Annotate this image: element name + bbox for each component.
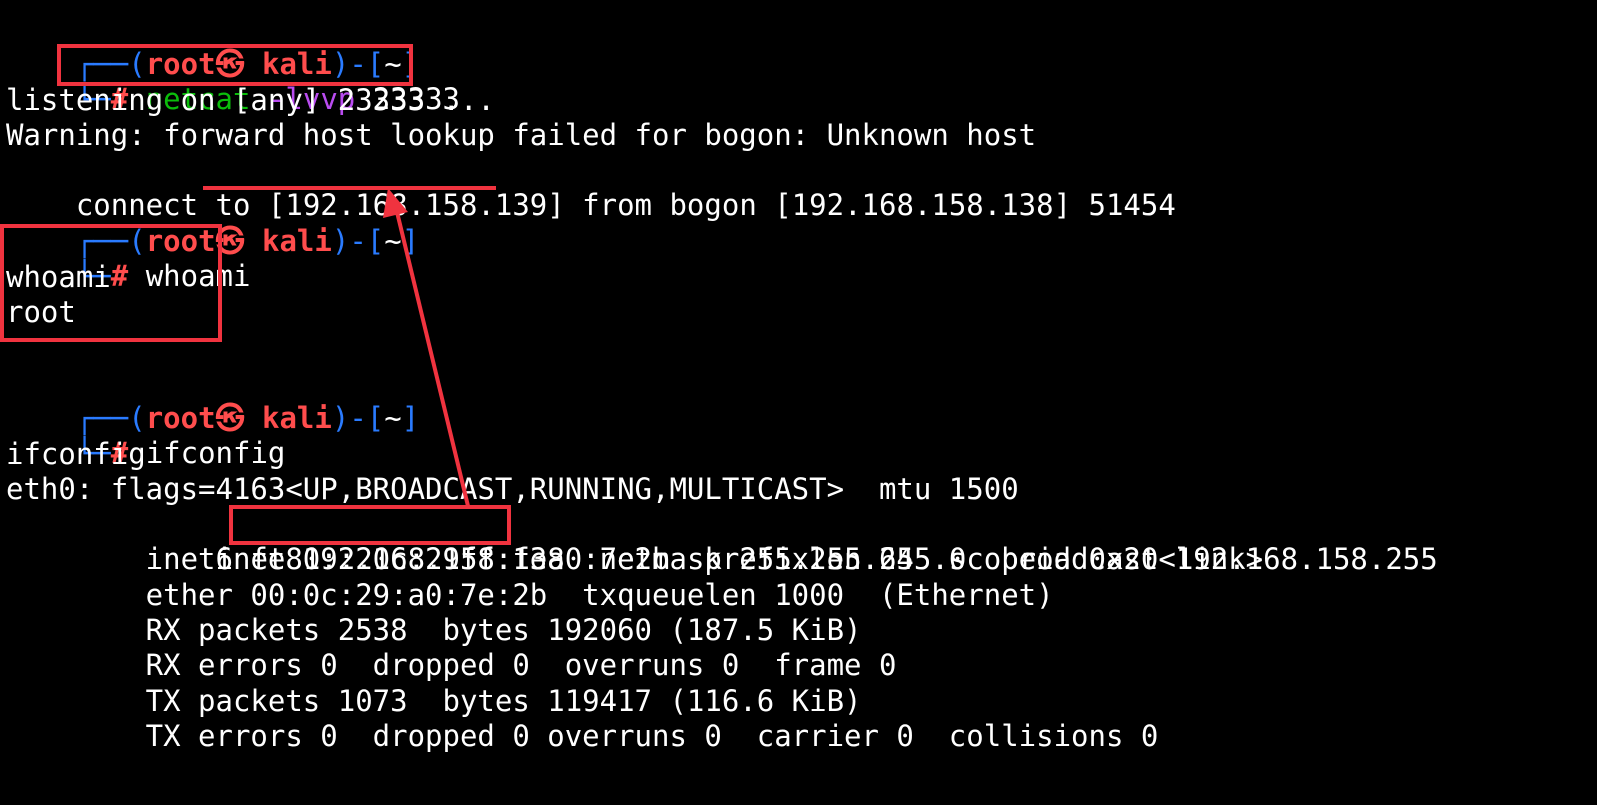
terminal-window[interactable]: ┌──(root㉿ kali)-[~] └─# netcat -lvvp 233… <box>0 0 1597 805</box>
arrow-head-icon <box>383 188 408 218</box>
arrow-shaft <box>395 211 470 507</box>
annotation-arrow <box>383 188 470 507</box>
